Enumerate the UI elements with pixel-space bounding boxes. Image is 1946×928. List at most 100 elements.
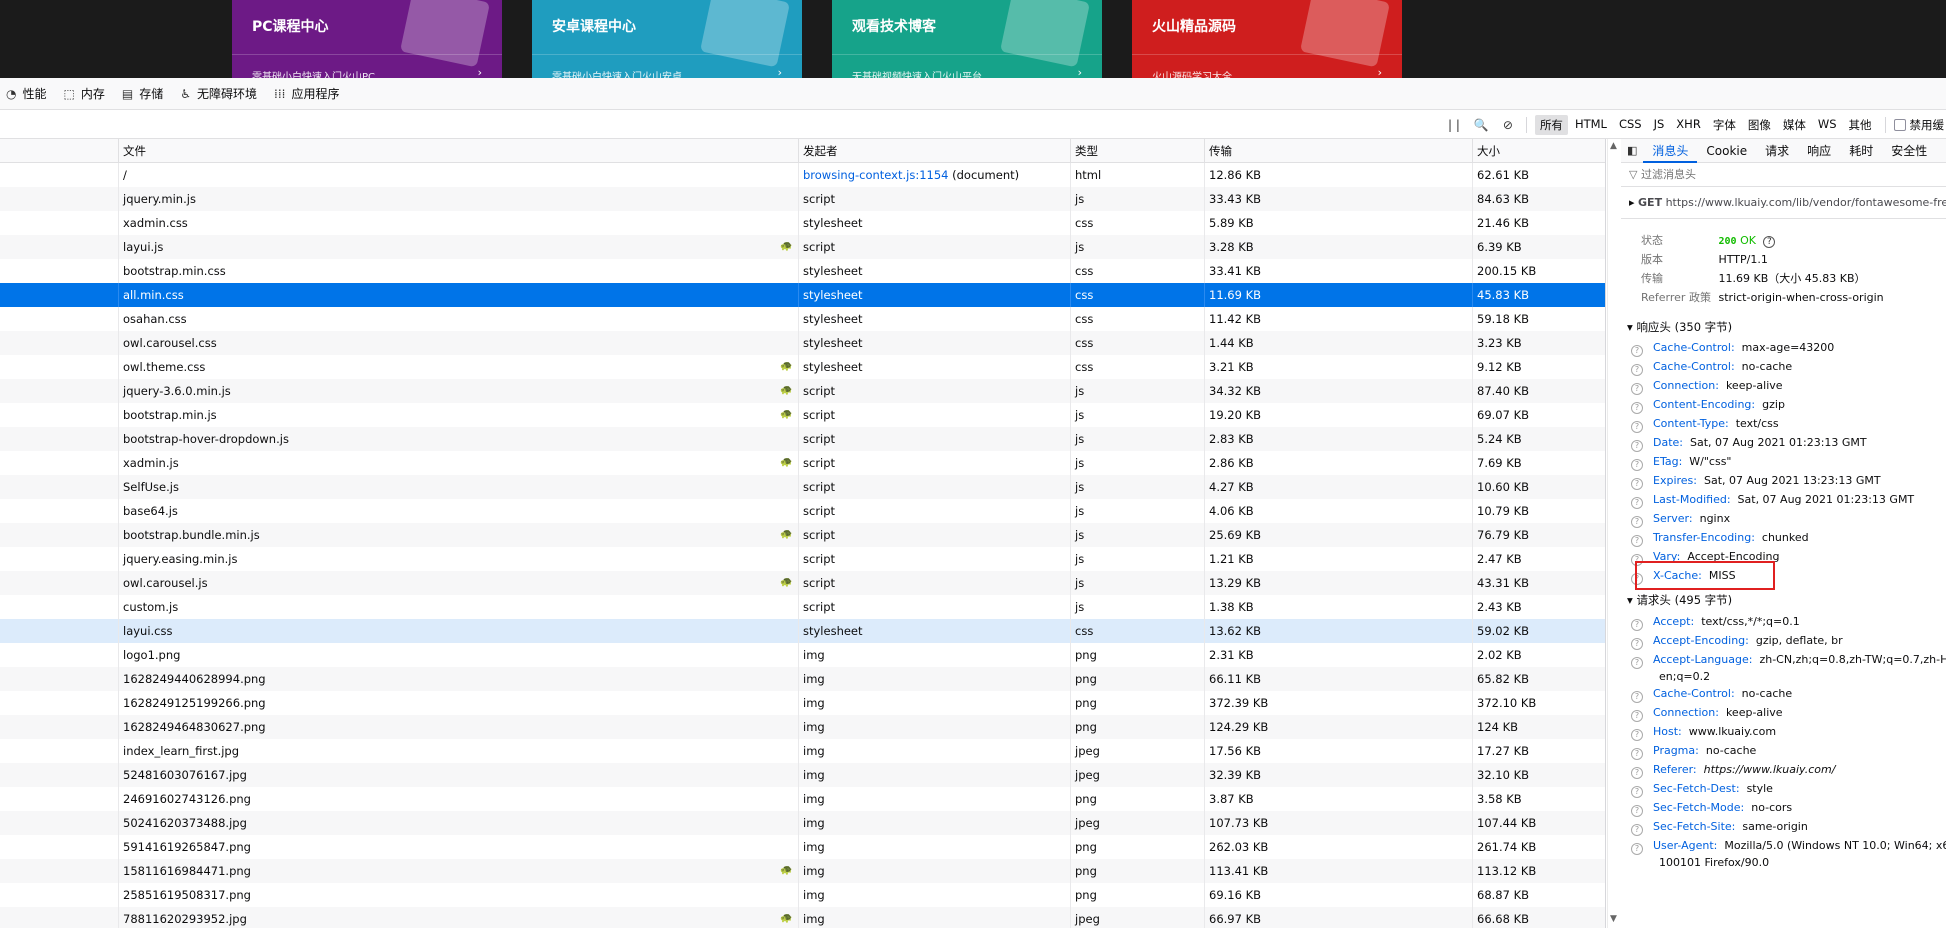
disable-cache-toggle[interactable]: 禁用缓 xyxy=(1893,117,1946,133)
banner-card[interactable]: 观看技术博客 无基础视频快速入门火山平台 › xyxy=(832,0,1102,78)
help-icon[interactable]: ? xyxy=(1631,383,1643,395)
header-line[interactable]: ? Sec-Fetch-Mode: no-cors xyxy=(1621,801,1946,817)
header-line[interactable]: ? Sec-Fetch-Dest: style xyxy=(1621,782,1946,798)
help-icon[interactable]: ? xyxy=(1631,516,1643,528)
tab-storage[interactable]: ▤ 存储 xyxy=(116,78,174,110)
panel-tab[interactable]: 耗时 xyxy=(1840,139,1882,163)
table-row[interactable]: 25851619508317.png img png 69.16 KB 68.87 KB xyxy=(0,883,1605,907)
disable-cache-checkbox[interactable] xyxy=(1893,118,1906,131)
banner-card[interactable]: 安卓课程中心 零基础小白快速入门火山安卓 › xyxy=(532,0,802,78)
header-line[interactable]: ? Date: Sat, 07 Aug 2021 01:23:13 GMT xyxy=(1621,436,1946,452)
table-row[interactable]: 59141619265847.png img png 262.03 KB 261.74 … xyxy=(0,835,1605,859)
help-icon[interactable]: ? xyxy=(1631,497,1643,509)
header-line[interactable]: ? Accept-Encoding: gzip, deflate, br xyxy=(1621,634,1946,650)
header-line[interactable]: ? Last-Modified: Sat, 07 Aug 2021 01:23:1… xyxy=(1621,493,1946,509)
panel-tab[interactable]: Cookie xyxy=(1697,139,1756,163)
table-row[interactable]: owl.theme.css stylesheet css 3.21 KB 9.12 KB… xyxy=(0,355,1605,379)
table-row[interactable]: osahan.css stylesheet css 11.42 KB 59.18 KB xyxy=(0,307,1605,331)
header-line[interactable]: ? Server: nginx xyxy=(1621,512,1946,528)
dock-icon[interactable]: ◧ xyxy=(1621,144,1643,157)
help-icon[interactable]: ? xyxy=(1631,478,1643,490)
banner-card[interactable]: 火山精品源码 火山源码学习大全 › xyxy=(1132,0,1402,78)
table-row[interactable]: layui.css stylesheet css 13.62 KB 59.02 KB xyxy=(0,619,1605,643)
filter-button[interactable]: 其他 xyxy=(1844,115,1877,135)
scroll-down-icon[interactable]: ▼ xyxy=(1610,914,1617,924)
table-row[interactable]: 1628249125199266.png img png 372.39 KB 372.1… xyxy=(0,691,1605,715)
help-icon[interactable]: ? xyxy=(1631,767,1643,779)
table-row[interactable]: 52481603076167.jpg img jpeg 32.39 KB 32.10 K… xyxy=(0,763,1605,787)
help-icon[interactable]: ? xyxy=(1631,691,1643,703)
header-line[interactable]: ? Sec-Fetch-Site: same-origin xyxy=(1621,820,1946,836)
panel-tab[interactable]: 请求 xyxy=(1756,139,1798,163)
column-header-initiator[interactable]: 发起者 xyxy=(798,139,1070,163)
initiator-link[interactable]: browsing-context.js:1154 xyxy=(803,168,948,182)
table-row[interactable]: / browsing-context.js:1154 (document) html… xyxy=(0,163,1605,187)
filter-button[interactable]: 媒体 xyxy=(1778,115,1811,135)
filter-button[interactable]: JS xyxy=(1649,115,1670,135)
column-header-size[interactable]: 大小 xyxy=(1472,139,1605,163)
filter-button[interactable]: 图像 xyxy=(1743,115,1776,135)
header-line[interactable]: ? Transfer-Encoding: chunked xyxy=(1621,531,1946,547)
table-row[interactable]: logo1.png img png 2.31 KB 2.02 KB xyxy=(0,643,1605,667)
header-line[interactable]: ? Accept-Language: zh-CN,zh;q=0.8,zh-TW;q… xyxy=(1621,653,1946,669)
expand-request-icon[interactable]: ▸ xyxy=(1629,196,1638,209)
search-icon[interactable]: 🔍 xyxy=(1469,118,1494,132)
table-row[interactable]: bootstrap.bundle.min.js script js 25.69 KB 7… xyxy=(0,523,1605,547)
tab-accessibility[interactable]: ♿ 无障碍环境 xyxy=(174,78,268,110)
table-row[interactable]: custom.js script js 1.38 KB 2.43 KB xyxy=(0,595,1605,619)
table-row[interactable]: all.min.css stylesheet css 11.69 KB 45.83 KB xyxy=(0,283,1605,307)
header-line[interactable]: ? Referer: https://www.lkuaiy.com/ xyxy=(1621,763,1946,779)
table-row[interactable]: base64.js script js 4.06 KB 10.79 KB xyxy=(0,499,1605,523)
scroll-up-icon[interactable]: ▲ xyxy=(1610,141,1617,151)
table-row[interactable]: layui.js script js 3.28 KB 6.39 KB 🐢 xyxy=(0,235,1605,259)
panel-tab[interactable]: 响应 xyxy=(1798,139,1840,163)
table-row[interactable]: 50241620373488.jpg img jpeg 107.73 KB 107.44… xyxy=(0,811,1605,835)
banner-card[interactable]: PC课程中心 零基础小白快速入门火山PC › xyxy=(232,0,502,78)
help-icon[interactable]: ? xyxy=(1631,459,1643,471)
help-icon[interactable]: ? xyxy=(1631,421,1643,433)
table-row[interactable]: owl.carousel.css stylesheet css 1.44 KB 3.23… xyxy=(0,331,1605,355)
header-line[interactable]: ? Cache-Control: max-age=43200 xyxy=(1621,341,1946,357)
help-icon[interactable]: ? xyxy=(1631,440,1643,452)
filter-headers-input[interactable]: ▽ 过滤消息头 xyxy=(1621,163,1946,187)
table-row[interactable]: bootstrap-hover-dropdown.js script js 2.83 … xyxy=(0,427,1605,451)
header-line[interactable]: ? Cache-Control: no-cache xyxy=(1621,360,1946,376)
pause-icon[interactable]: | | xyxy=(1443,118,1465,132)
header-line[interactable]: ? Content-Type: text/css xyxy=(1621,417,1946,433)
help-icon[interactable]: ? xyxy=(1631,710,1643,722)
help-icon[interactable]: ? xyxy=(1631,729,1643,741)
table-row[interactable]: 15811616984471.png img png 113.41 KB 113.12 … xyxy=(0,859,1605,883)
table-row[interactable]: index_learn_first.jpg img jpeg 17.56 KB 17.2… xyxy=(0,739,1605,763)
table-row[interactable]: 1628249440628994.png img png 66.11 KB 65.82 … xyxy=(0,667,1605,691)
table-row[interactable]: owl.carousel.js script js 13.29 KB 43.31 KB 🐢 xyxy=(0,571,1605,595)
help-icon[interactable]: ? xyxy=(1763,236,1776,248)
header-line[interactable]: ? Content-Encoding: gzip xyxy=(1621,398,1946,414)
header-line[interactable]: ? ETag: W/"css" xyxy=(1621,455,1946,471)
request-headers-section[interactable]: ▾ 请求头 (495 字节) xyxy=(1627,592,1732,608)
table-row[interactable]: 78811620293952.jpg img jpeg 66.97 KB 66.68 K… xyxy=(0,907,1605,928)
header-line[interactable]: ? Connection: keep-alive xyxy=(1621,379,1946,395)
header-line[interactable]: ? User-Agent: Mozilla/5.0 (Windows NT 10.… xyxy=(1621,839,1946,855)
tab-application[interactable]: ⁞⁞⁞ 应用程序 xyxy=(268,78,350,110)
column-header-type[interactable]: 类型 xyxy=(1070,139,1204,163)
help-icon[interactable]: ? xyxy=(1631,657,1643,669)
header-line[interactable]: ? Expires: Sat, 07 Aug 2021 13:23:13 GMT xyxy=(1621,474,1946,490)
header-line[interactable]: ? Host: www.lkuaiy.com xyxy=(1621,725,1946,741)
help-icon[interactable]: ? xyxy=(1631,805,1643,817)
help-icon[interactable]: ? xyxy=(1631,843,1643,855)
help-icon[interactable]: ? xyxy=(1631,824,1643,836)
help-icon[interactable]: ? xyxy=(1631,748,1643,760)
header-line[interactable]: ? Cache-Control: no-cache xyxy=(1621,687,1946,703)
filter-button[interactable]: HTML xyxy=(1570,115,1612,135)
table-row[interactable]: bootstrap.min.css stylesheet css 33.41 KB 20… xyxy=(0,259,1605,283)
table-row[interactable]: 1628249464830627.png img png 124.29 KB 124 K… xyxy=(0,715,1605,739)
table-row[interactable]: jquery.min.js script js 33.43 KB 84.63 KB xyxy=(0,187,1605,211)
help-icon[interactable]: ? xyxy=(1631,638,1643,650)
table-row[interactable]: 24691602743126.png img png 3.87 KB 3.58 KB xyxy=(0,787,1605,811)
header-line[interactable]: ? Pragma: no-cache xyxy=(1621,744,1946,760)
table-row[interactable]: jquery-3.6.0.min.js script js 34.32 KB 87.40… xyxy=(0,379,1605,403)
panel-tab[interactable]: 消息头 xyxy=(1643,139,1698,163)
header-line[interactable]: ? Connection: keep-alive xyxy=(1621,706,1946,722)
response-headers-section[interactable]: ▾ 响应头 (350 字节) xyxy=(1627,319,1732,335)
column-header-file[interactable]: 文件 xyxy=(118,139,798,163)
